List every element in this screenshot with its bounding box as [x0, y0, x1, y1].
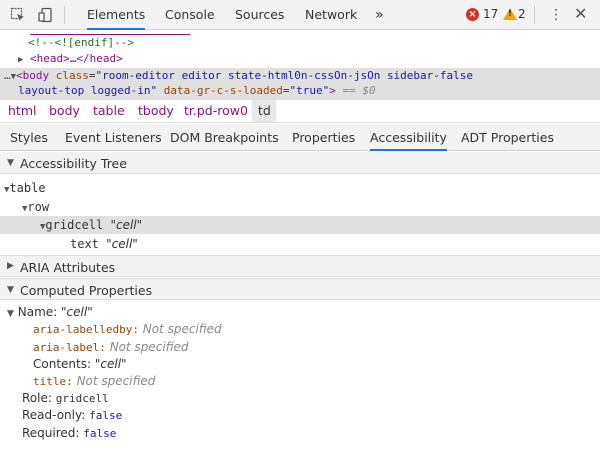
computed-role-row: Role: gridcell [22, 391, 109, 405]
expand-triangle-icon[interactable]: ▶ [18, 55, 23, 65]
error-icon[interactable]: × [466, 8, 479, 21]
collapse-triangle-icon[interactable]: ▼ [7, 158, 14, 168]
computed-readonly-row: Read-only: false [22, 408, 123, 422]
tab-styles[interactable]: Styles [10, 124, 48, 151]
dom-tree: <!--<![endif]--> ▶ <head>…</head> …▼<bod… [0, 30, 600, 99]
tab-network[interactable]: Network [305, 0, 357, 30]
close-icon[interactable]: ✕ [574, 4, 587, 23]
device-toggle-icon[interactable] [38, 7, 54, 23]
more-actions-icon[interactable]: … [4, 69, 11, 82]
computed-required-row: Required: false [22, 426, 117, 440]
computed-properties-header[interactable]: ▼ Computed Properties [0, 278, 600, 300]
name-source-contents: Contents: "cell" [33, 357, 127, 371]
toolbar-separator [534, 6, 535, 24]
dom-head-line[interactable]: ▶ <head>…</head> [18, 51, 123, 67]
tab-console[interactable]: Console [165, 0, 215, 30]
tab-event-listeners[interactable]: Event Listeners [65, 124, 162, 151]
kebab-menu-icon[interactable]: ⋮ [549, 7, 563, 23]
toolbar-separator [64, 6, 65, 24]
dom-body-line-cont[interactable]: layout-top logged-in" data-gr-c-s-loaded… [18, 83, 376, 99]
breadcrumb-table[interactable]: table [93, 103, 125, 118]
collapse-triangle-icon[interactable]: ▼ [7, 285, 14, 295]
tree-node-gridcell[interactable]: ▼gridcell "cell" [40, 216, 142, 234]
tab-dom-breakpoints[interactable]: DOM Breakpoints [170, 124, 279, 151]
devtools-toolbar: Elements Console Sources Network » × 17 … [0, 0, 600, 30]
sidebar-panel-tabs: Styles Event Listeners DOM Breakpoints P… [0, 124, 600, 151]
tree-node-row[interactable]: ▼row [22, 198, 49, 216]
tree-node-table[interactable]: ▼table [4, 179, 46, 197]
tab-sources[interactable]: Sources [235, 0, 284, 30]
tab-properties[interactable]: Properties [292, 124, 355, 151]
breadcrumb-body[interactable]: body [49, 103, 80, 118]
warning-icon-mark: ! [508, 9, 513, 19]
inspect-icon[interactable] [10, 7, 26, 23]
tab-elements[interactable]: Elements [87, 0, 146, 30]
computed-name-row[interactable]: ▼ Name: "cell" [7, 303, 93, 321]
breadcrumb-html[interactable]: html [8, 103, 36, 118]
tree-node-text[interactable]: text "cell" [70, 235, 138, 253]
error-count[interactable]: 17 [483, 7, 498, 21]
tab-adt-properties[interactable]: ADT Properties [461, 124, 554, 151]
breadcrumb: html body table tbody tr.pd-row0 td [0, 99, 600, 123]
name-source-aria-label: aria-label: Not specified [33, 340, 189, 354]
breadcrumb-tr[interactable]: tr.pd-row0 [184, 103, 248, 118]
breadcrumb-td[interactable]: td [258, 103, 271, 118]
accessibility-tree-header[interactable]: ▼ Accessibility Tree [0, 152, 600, 174]
aria-attributes-header[interactable]: ▶ ARIA Attributes [0, 255, 600, 277]
dom-comment-line[interactable]: <!--<![endif]--> [28, 35, 134, 51]
dom-body-line[interactable]: …▼<body class="room-editor editor state-… [4, 68, 473, 84]
expand-triangle-icon[interactable]: ▶ [7, 261, 14, 271]
warning-count[interactable]: 2 [518, 7, 526, 21]
tab-accessibility[interactable]: Accessibility [370, 124, 447, 151]
name-source-aria-labelledby: aria-labelledby: Not specified [33, 322, 222, 336]
name-source-title: title: Not specified [33, 374, 156, 388]
more-tabs-button[interactable]: » [375, 0, 384, 30]
collapse-triangle-icon[interactable]: ▼ [7, 309, 14, 319]
breadcrumb-tbody[interactable]: tbody [138, 103, 174, 118]
